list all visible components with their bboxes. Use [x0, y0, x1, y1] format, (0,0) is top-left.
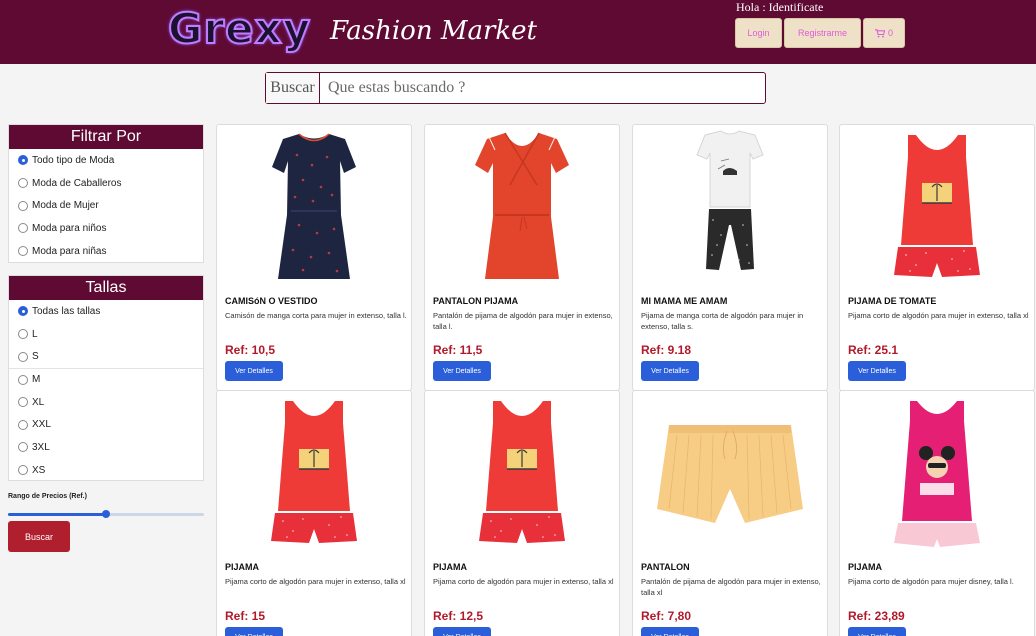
radio-icon[interactable] — [18, 329, 28, 340]
price-range-label: Rango de Precios (Ref.) — [8, 493, 87, 500]
radio-icon[interactable] — [18, 200, 28, 211]
product-name: PANTALON PIJAMA — [433, 296, 519, 306]
radio-icon[interactable] — [18, 351, 28, 362]
search-bar: Buscar — [265, 72, 766, 104]
product-description: Pijama corto de algodón para mujer disne… — [848, 577, 1014, 586]
product-image-disney-pajama[interactable] — [840, 391, 1034, 556]
price-range-slider[interactable] — [8, 510, 204, 518]
product-image-nightdress[interactable] — [217, 125, 411, 290]
product-name: CAMISóN O VESTIDO — [225, 296, 318, 306]
product-image-tank-pajama[interactable] — [217, 391, 411, 556]
size-option-all[interactable]: Todas las tallas — [9, 300, 203, 323]
radio-icon[interactable] — [18, 397, 28, 408]
product-name: PIJAMA — [433, 562, 468, 572]
tagline: Fashion Market — [330, 16, 537, 46]
product-description: Pantalón de pijama de algodón para mujer… — [433, 311, 613, 331]
product-price: Ref: 9.18 — [641, 343, 692, 357]
register-button[interactable]: Registrarme — [784, 18, 861, 48]
product-card[interactable]: PIJAMA Pijama corto de algodón para muje… — [839, 390, 1035, 636]
product-name: PIJAMA — [848, 562, 883, 572]
view-details-button[interactable]: Ver Detalles — [641, 361, 699, 381]
product-image-tank-pajama[interactable] — [840, 125, 1034, 290]
radio-icon[interactable] — [18, 223, 28, 234]
product-price: Ref: 23,89 — [848, 609, 905, 623]
sidebar-search-button[interactable]: Buscar — [8, 521, 70, 552]
product-card[interactable]: MI MAMA ME AMAM Pijama de manga corta de… — [632, 124, 828, 391]
product-price: Ref: 11,5 — [433, 343, 483, 357]
radio-icon[interactable] — [18, 419, 28, 430]
filter-option-boys[interactable]: Moda para niños — [9, 217, 203, 240]
filter-option-men[interactable]: Moda de Caballeros — [9, 172, 203, 195]
cart-button[interactable]: 0 — [863, 18, 905, 48]
product-image-shorts[interactable] — [633, 391, 827, 556]
search-label: Buscar — [266, 73, 320, 103]
cart-count: 0 — [887, 28, 893, 38]
filter-option-all[interactable]: Todo tipo de Moda — [9, 149, 203, 172]
size-option-xl[interactable]: XL — [9, 391, 203, 414]
product-price: Ref: 25.1 — [848, 343, 899, 357]
login-button[interactable]: Login — [735, 18, 782, 48]
product-price: Ref: 15 — [225, 609, 266, 623]
filter-panel: Filtrar Por Todo tipo de Moda Moda de Ca… — [8, 124, 204, 263]
sizes-panel: Tallas Todas las tallas L S M XL XXL 3XL… — [8, 275, 204, 481]
search-input[interactable] — [320, 73, 765, 103]
radio-icon[interactable] — [18, 374, 28, 385]
radio-icon[interactable] — [18, 306, 28, 317]
view-details-button[interactable]: Ver Detalles — [641, 627, 699, 636]
size-option-xxl[interactable]: XXL — [9, 413, 203, 436]
filter-option-girls[interactable]: Moda para niñas — [9, 240, 203, 263]
size-option-3xl[interactable]: 3XL — [9, 436, 203, 459]
product-name: PANTALON — [641, 562, 690, 572]
product-card[interactable]: CAMISóN O VESTIDO Camisón de manga corta… — [216, 124, 412, 391]
radio-icon[interactable] — [18, 178, 28, 189]
sizes-title: Tallas — [9, 276, 203, 300]
product-description: Pijama corto de algodón para mujer in ex… — [225, 577, 406, 586]
product-image-tank-pajama[interactable] — [425, 391, 619, 556]
product-card[interactable]: PIJAMA Pijama corto de algodón para muje… — [424, 390, 620, 636]
product-image-pajama-pants[interactable] — [425, 125, 619, 290]
radio-icon[interactable] — [18, 465, 28, 476]
slider-thumb[interactable] — [102, 510, 110, 518]
product-price: Ref: 7,80 — [641, 609, 692, 623]
product-name: PIJAMA — [225, 562, 260, 572]
product-card[interactable]: PANTALON PIJAMA Pantalón de pijama de al… — [424, 124, 620, 391]
product-description: Pijama de manga corta de algodón para mu… — [641, 311, 804, 331]
product-card[interactable]: PANTALON Pantalón de pijama de algodón p… — [632, 390, 828, 636]
size-option-s[interactable]: S — [9, 345, 203, 368]
view-details-button[interactable]: Ver Detalles — [848, 627, 906, 636]
radio-icon[interactable] — [18, 246, 28, 257]
size-option-m[interactable]: M — [9, 368, 203, 391]
product-name: PIJAMA DE TOMATE — [848, 296, 937, 306]
product-price: Ref: 12,5 — [433, 609, 484, 623]
product-description: Pantalón de pijama de algodón para mujer… — [641, 577, 821, 597]
filter-option-women[interactable]: Moda de Mujer — [9, 194, 203, 217]
product-description: Camisón de manga corta para mujer in ext… — [225, 311, 407, 320]
product-price: Ref: 10,5 — [225, 343, 276, 357]
view-details-button[interactable]: Ver Detalles — [433, 627, 491, 636]
product-name: MI MAMA ME AMAM — [641, 296, 728, 306]
greeting-text: Hola : Identificate — [736, 0, 824, 14]
size-option-xs[interactable]: XS — [9, 459, 203, 482]
product-description: Pijama corto de algodón para mujer in ex… — [433, 577, 614, 586]
top-header: Grexy Fashion Market Hola : Identificate… — [0, 0, 1036, 64]
cart-icon — [874, 28, 885, 37]
size-option-l[interactable]: L — [9, 323, 203, 346]
view-details-button[interactable]: Ver Detalles — [433, 361, 491, 381]
product-image-pajama-set[interactable] — [633, 125, 827, 290]
product-card[interactable]: PIJAMA DE TOMATE Pijama corto de algodón… — [839, 124, 1035, 391]
view-details-button[interactable]: Ver Detalles — [225, 361, 283, 381]
product-description: Pijama corto de algodón para mujer in ex… — [848, 311, 1029, 320]
view-details-button[interactable]: Ver Detalles — [225, 627, 283, 636]
radio-icon[interactable] — [18, 442, 28, 453]
filter-title: Filtrar Por — [9, 125, 203, 149]
radio-icon[interactable] — [18, 155, 28, 166]
logo[interactable]: Grexy — [167, 3, 311, 54]
slider-fill — [8, 513, 106, 516]
product-card[interactable]: PIJAMA Pijama corto de algodón para muje… — [216, 390, 412, 636]
view-details-button[interactable]: Ver Detalles — [848, 361, 906, 381]
